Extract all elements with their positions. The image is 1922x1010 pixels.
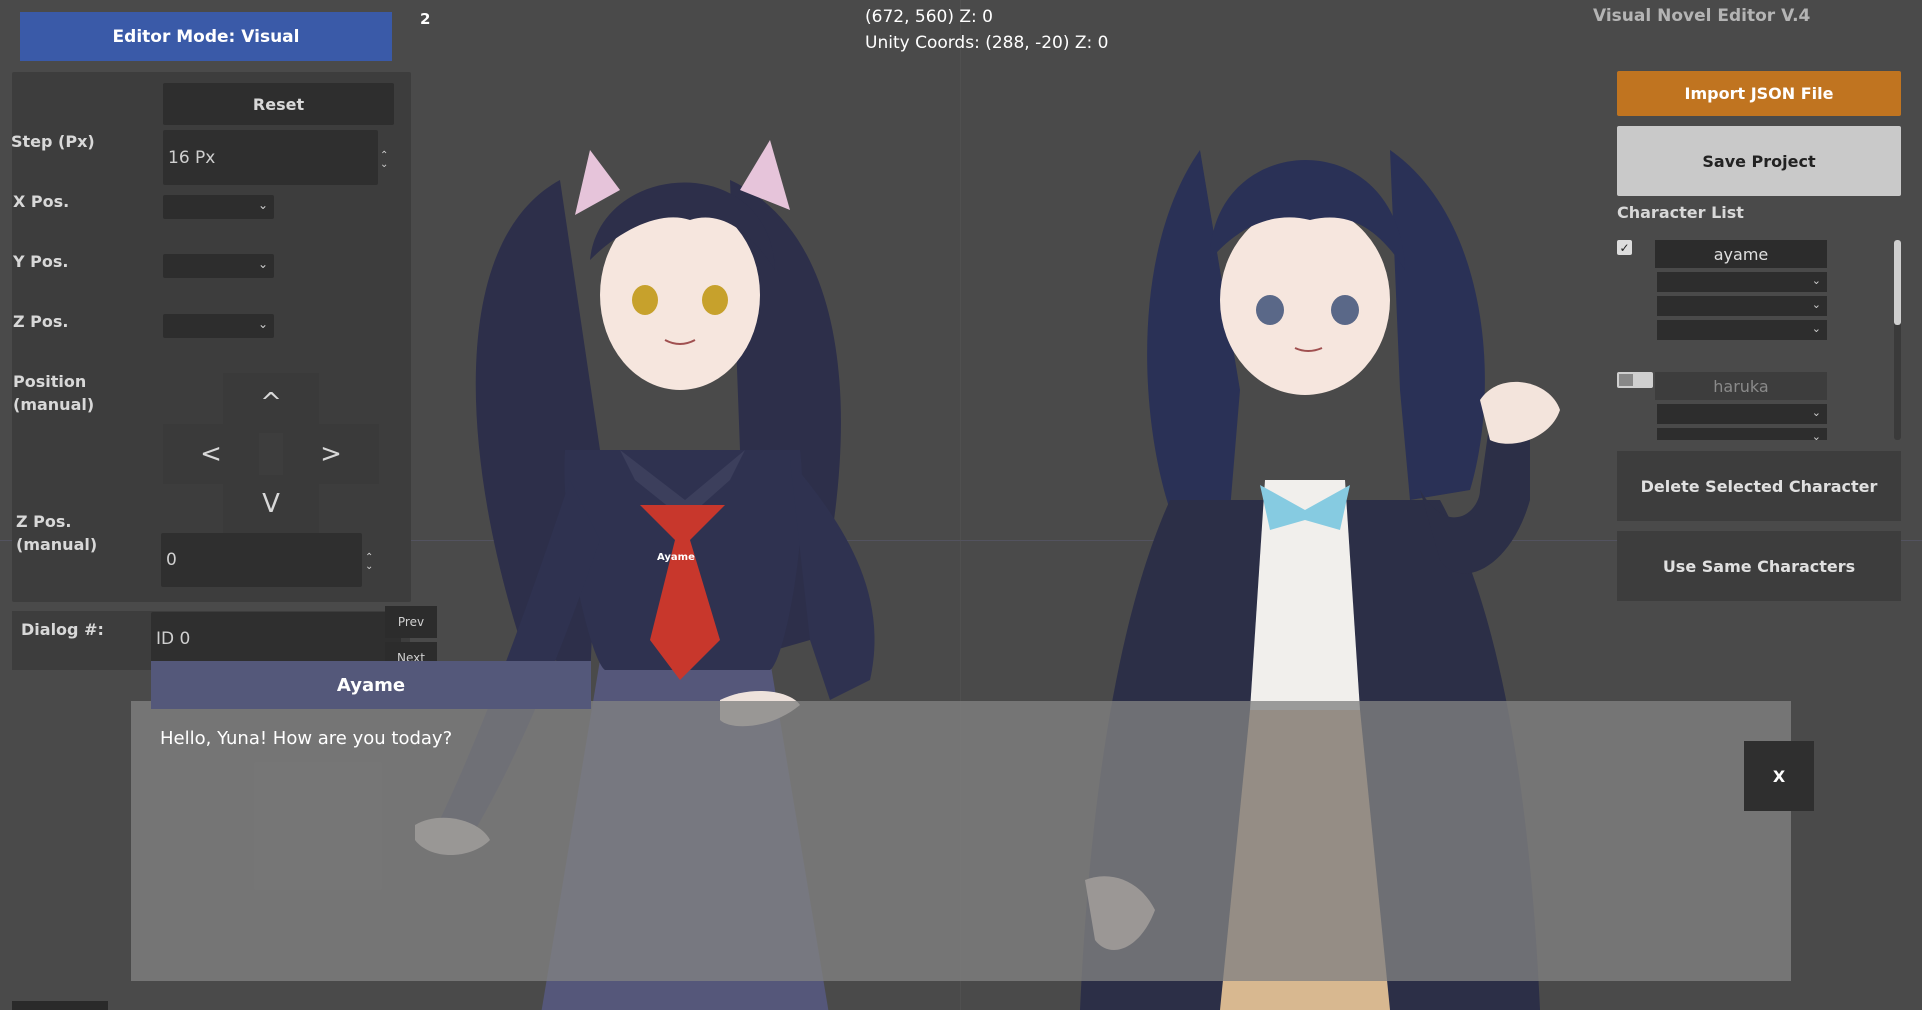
character-dropdown[interactable]: ⌄ xyxy=(1657,428,1827,440)
character-dropdown[interactable]: ⌄ xyxy=(1657,404,1827,424)
character-enabled-checkbox[interactable]: ✓ xyxy=(1617,240,1632,255)
character-dropdown[interactable]: ⌄ xyxy=(1657,296,1827,316)
step-input[interactable]: 16 Px xyxy=(163,130,378,185)
step-counter: 2 xyxy=(420,10,431,28)
character-name-ayame[interactable]: ayame xyxy=(1655,240,1827,268)
y-pos-dropdown[interactable]: ⌄ xyxy=(163,254,274,278)
reset-button[interactable]: Reset xyxy=(163,83,394,125)
use-same-characters-button[interactable]: Use Same Characters xyxy=(1617,531,1901,601)
chevron-down-icon: ⌄ xyxy=(257,257,268,271)
unity-coords: Unity Coords: (288, -20) Z: 0 xyxy=(865,33,1109,53)
z-pos-dropdown[interactable]: ⌄ xyxy=(163,314,274,338)
chevron-down-icon: ⌄ xyxy=(1811,322,1821,335)
chevron-down-icon: ⌄ xyxy=(257,198,268,212)
dialog-number-label: Dialog #: xyxy=(21,620,104,639)
screen-coords: (672, 560) Z: 0 xyxy=(865,7,993,27)
chevron-down-icon: ⌄ xyxy=(1811,274,1821,287)
app-version-label: Visual Novel Editor V.4 xyxy=(1593,6,1811,26)
z-pos-manual-input[interactable]: 0 xyxy=(161,533,362,587)
character-dropdown[interactable]: ⌄ xyxy=(1657,272,1827,292)
editor-mode-button[interactable]: Editor Mode: Visual xyxy=(20,12,392,61)
move-down-button[interactable]: V xyxy=(223,475,319,533)
character-name-tag: Ayame xyxy=(657,552,695,563)
chevron-down-icon: ⌄ xyxy=(1811,298,1821,311)
character-enabled-toggle[interactable] xyxy=(1617,372,1653,388)
bottom-tab[interactable] xyxy=(12,1001,108,1010)
x-pos-dropdown[interactable]: ⌄ xyxy=(163,195,274,219)
x-pos-label: X Pos. xyxy=(13,192,70,211)
speaker-name: Ayame xyxy=(151,661,591,709)
coords-readout: (672, 560) Z: 0 Unity Coords: (288, -20)… xyxy=(865,4,1109,56)
y-pos-label: Y Pos. xyxy=(13,252,69,271)
chevron-down-icon: ⌄ xyxy=(257,317,268,331)
import-json-button[interactable]: Import JSON File xyxy=(1617,71,1901,116)
chevron-down-icon: ⌄ xyxy=(1811,430,1821,440)
dialog-text: Hello, Yuna! How are you today? xyxy=(160,728,453,749)
delete-character-button[interactable]: Delete Selected Character xyxy=(1617,451,1901,521)
character-name-haruka[interactable]: haruka xyxy=(1655,372,1827,400)
z-pos-label: Z Pos. xyxy=(13,312,69,331)
dialog-id-input[interactable]: ID 0 xyxy=(151,612,401,666)
position-manual-label: Position (manual) xyxy=(13,372,95,414)
step-spinner[interactable]: ⌃ ⌄ xyxy=(380,151,388,170)
prev-dialog-button[interactable]: Prev xyxy=(385,606,437,638)
z-pos-spinner[interactable]: ⌃ ⌄ xyxy=(365,553,373,572)
character-list-title: Character List xyxy=(1617,203,1744,222)
z-pos-manual-label: Z Pos. (manual) xyxy=(16,512,98,554)
close-dialog-button[interactable]: X xyxy=(1744,741,1814,811)
chevron-down-icon: ⌄ xyxy=(1811,406,1821,419)
character-dropdown[interactable]: ⌄ xyxy=(1657,320,1827,340)
step-label: Step (Px) xyxy=(11,132,95,151)
scrollbar-thumb[interactable] xyxy=(1894,240,1901,325)
save-project-button[interactable]: Save Project xyxy=(1617,126,1901,196)
